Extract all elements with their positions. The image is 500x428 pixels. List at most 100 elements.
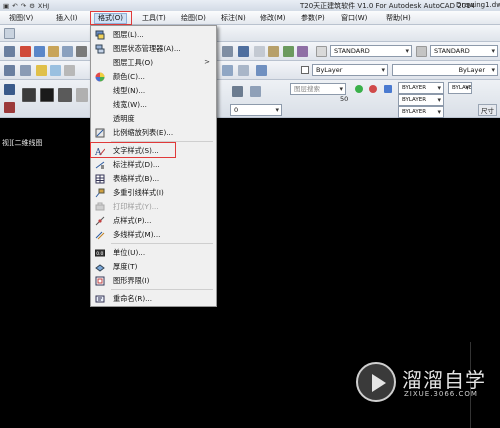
viewport-label[interactable]: 视][二维线图 [2, 138, 42, 148]
menu-draw[interactable]: 绘图(D) [178, 13, 209, 24]
play-logo-icon [356, 362, 396, 402]
color-combo[interactable]: ByLayer [312, 64, 388, 76]
lineweight-combo-3[interactable]: BYLAYER [398, 106, 444, 118]
sun-icon[interactable] [50, 65, 61, 76]
orbit-icon[interactable] [250, 86, 261, 97]
lineweight-combo-2[interactable]: BYLAYER [398, 94, 444, 106]
menu-view[interactable]: 视图(V) [6, 13, 36, 24]
properties-icon[interactable] [238, 46, 249, 57]
make-current-icon[interactable] [222, 65, 233, 76]
lineweight-combo-4[interactable]: BYLAYER [448, 82, 472, 94]
menu-window[interactable]: 窗口(W) [338, 13, 370, 24]
markup-icon[interactable] [297, 46, 308, 57]
limits-icon [95, 276, 105, 286]
menu-bar: 视图(V) 插入(I) 格式(O) 工具(T) 绘图(D) 标注(N) 修改(M… [0, 11, 500, 25]
redo-icon[interactable]: ↷ [21, 2, 26, 10]
format-menu: 图层(L)... 图层状态管理器(A)... 图层工具(O) > 颜色(C)..… [90, 25, 217, 307]
menu-item-mline-style[interactable]: 多线样式(M)... [91, 228, 216, 242]
column-icon[interactable] [40, 88, 54, 102]
layer-state-icon [95, 44, 105, 54]
menu-item-point-style[interactable]: 点样式(P)... [91, 214, 216, 228]
design-center-icon[interactable] [254, 46, 265, 57]
title-bar: ▣ ↶ ↷ ⚙ XHJ T20天正建筑软件 V1.0 For Autodesk … [0, 0, 500, 11]
grip-icon [4, 46, 15, 57]
wall-icon[interactable] [22, 88, 36, 102]
watermark: 溜溜自学 ZIXUE.3066.COM [350, 358, 498, 418]
tianzheng-toolbar: 图层搜索 50 BYLAYER BYLAYER BYLAYER 0 BYLAYE… [0, 80, 500, 118]
undo-icon[interactable]: ↶ [12, 2, 17, 10]
window-icon[interactable] [76, 88, 88, 102]
layer-combo[interactable]: 0 [230, 104, 282, 116]
rename-icon [95, 294, 105, 304]
menu-tools[interactable]: 工具(T) [139, 13, 169, 24]
menu-item-mleader-style[interactable]: 多重引线样式(I) [91, 186, 216, 200]
menu-item-layer[interactable]: 图层(L)... [91, 28, 216, 42]
menu-modify[interactable]: 修改(M) [257, 13, 289, 24]
menu-item-layer-tools[interactable]: 图层工具(O) > [91, 56, 216, 70]
menu-item-color[interactable]: 颜色(C)... [91, 70, 216, 84]
lineweight-combo-1[interactable]: BYLAYER [398, 82, 444, 94]
menu-item-layer-state-manager[interactable]: 图层状态管理器(A)... [91, 42, 216, 56]
3d-view-icon[interactable] [232, 86, 243, 97]
layer-previous-icon[interactable] [238, 65, 249, 76]
menu-item-dim-style[interactable]: 标注样式(D)... [91, 158, 216, 172]
menu-parametric[interactable]: 参数(P) [298, 13, 328, 24]
layer-manager-icon[interactable] [20, 65, 31, 76]
mleader-style-icon [95, 188, 105, 198]
snap-icon[interactable] [4, 84, 15, 95]
watermark-url: ZIXUE.3066.COM [404, 390, 478, 398]
menu-insert[interactable]: 插入(I) [53, 13, 81, 24]
color-swatch [301, 66, 309, 74]
menu-item-scale-list[interactable]: 比例缩放列表(E)... [91, 126, 216, 140]
menu-item-linetype[interactable]: 线型(N)... [91, 84, 216, 98]
menu-dimension[interactable]: 标注(N) [218, 13, 249, 24]
delete-icon[interactable] [4, 102, 15, 113]
paste-icon[interactable] [48, 46, 59, 57]
dim-style-combo[interactable]: STANDARD [430, 45, 498, 57]
window-title: T20天正建筑软件 V1.0 For Autodesk AutoCAD 2014… [300, 1, 500, 11]
text-style-icon [316, 46, 327, 57]
zoom-icon[interactable] [222, 46, 233, 57]
freeze-icon[interactable] [369, 85, 377, 93]
sheet-set-icon[interactable] [283, 46, 294, 57]
match-properties-icon[interactable] [62, 46, 73, 57]
app-title: T20天正建筑软件 V1.0 For Autodesk AutoCAD 2014 [300, 2, 476, 10]
menu-separator [111, 243, 213, 244]
menu-item-transparency[interactable]: 透明度 [91, 112, 216, 126]
watermark-brand: 溜溜自学 [402, 368, 486, 392]
lightbulb-icon[interactable] [36, 65, 47, 76]
cut-icon[interactable] [20, 46, 31, 57]
on-icon[interactable] [355, 85, 363, 93]
dim-style-icon [416, 46, 427, 57]
save-icon[interactable]: ▣ [3, 2, 9, 10]
units-icon: 0.0 [95, 248, 105, 258]
workspace-icon[interactable]: ⚙ [29, 2, 35, 10]
door-icon[interactable] [58, 88, 72, 102]
menu-item-limits[interactable]: 图形界限(I) [91, 274, 216, 288]
menu-item-lineweight[interactable]: 线宽(W)... [91, 98, 216, 112]
standard-toolbar: STANDARD STANDARD [0, 42, 500, 61]
pan-icon[interactable] [76, 46, 87, 57]
dim-style-icon [95, 160, 105, 170]
menu-item-plot-style[interactable]: 打印样式(Y)... [91, 200, 216, 214]
lock-icon[interactable] [64, 65, 75, 76]
svg-text:0.0: 0.0 [96, 251, 103, 257]
workspace-name[interactable]: XHJ [38, 2, 49, 10]
menu-item-units[interactable]: 0.0 单位(U)... [91, 246, 216, 260]
size-button[interactable]: 尺寸 [478, 104, 497, 116]
linetype-combo[interactable]: ByLayer [392, 64, 498, 76]
menu-help[interactable]: 帮助(H) [383, 13, 414, 24]
tool-palettes-icon[interactable] [268, 46, 279, 57]
color-wheel-icon [95, 72, 105, 82]
lock-layer-icon[interactable] [384, 85, 392, 93]
layer-search-combo[interactable]: 图层搜索 [290, 83, 346, 95]
menu-item-thickness[interactable]: 厚度(T) [91, 260, 216, 274]
tab-icon[interactable] [4, 28, 15, 39]
copy-icon[interactable] [34, 46, 45, 57]
text-style-combo[interactable]: STANDARD [330, 45, 412, 57]
table-style-icon [95, 174, 105, 184]
menu-item-rename[interactable]: 重命名(R)... [91, 292, 216, 306]
menu-item-table-style[interactable]: 表格样式(B)... [91, 172, 216, 186]
grip-icon [4, 65, 15, 76]
submenu-arrow-icon: > [204, 58, 210, 66]
